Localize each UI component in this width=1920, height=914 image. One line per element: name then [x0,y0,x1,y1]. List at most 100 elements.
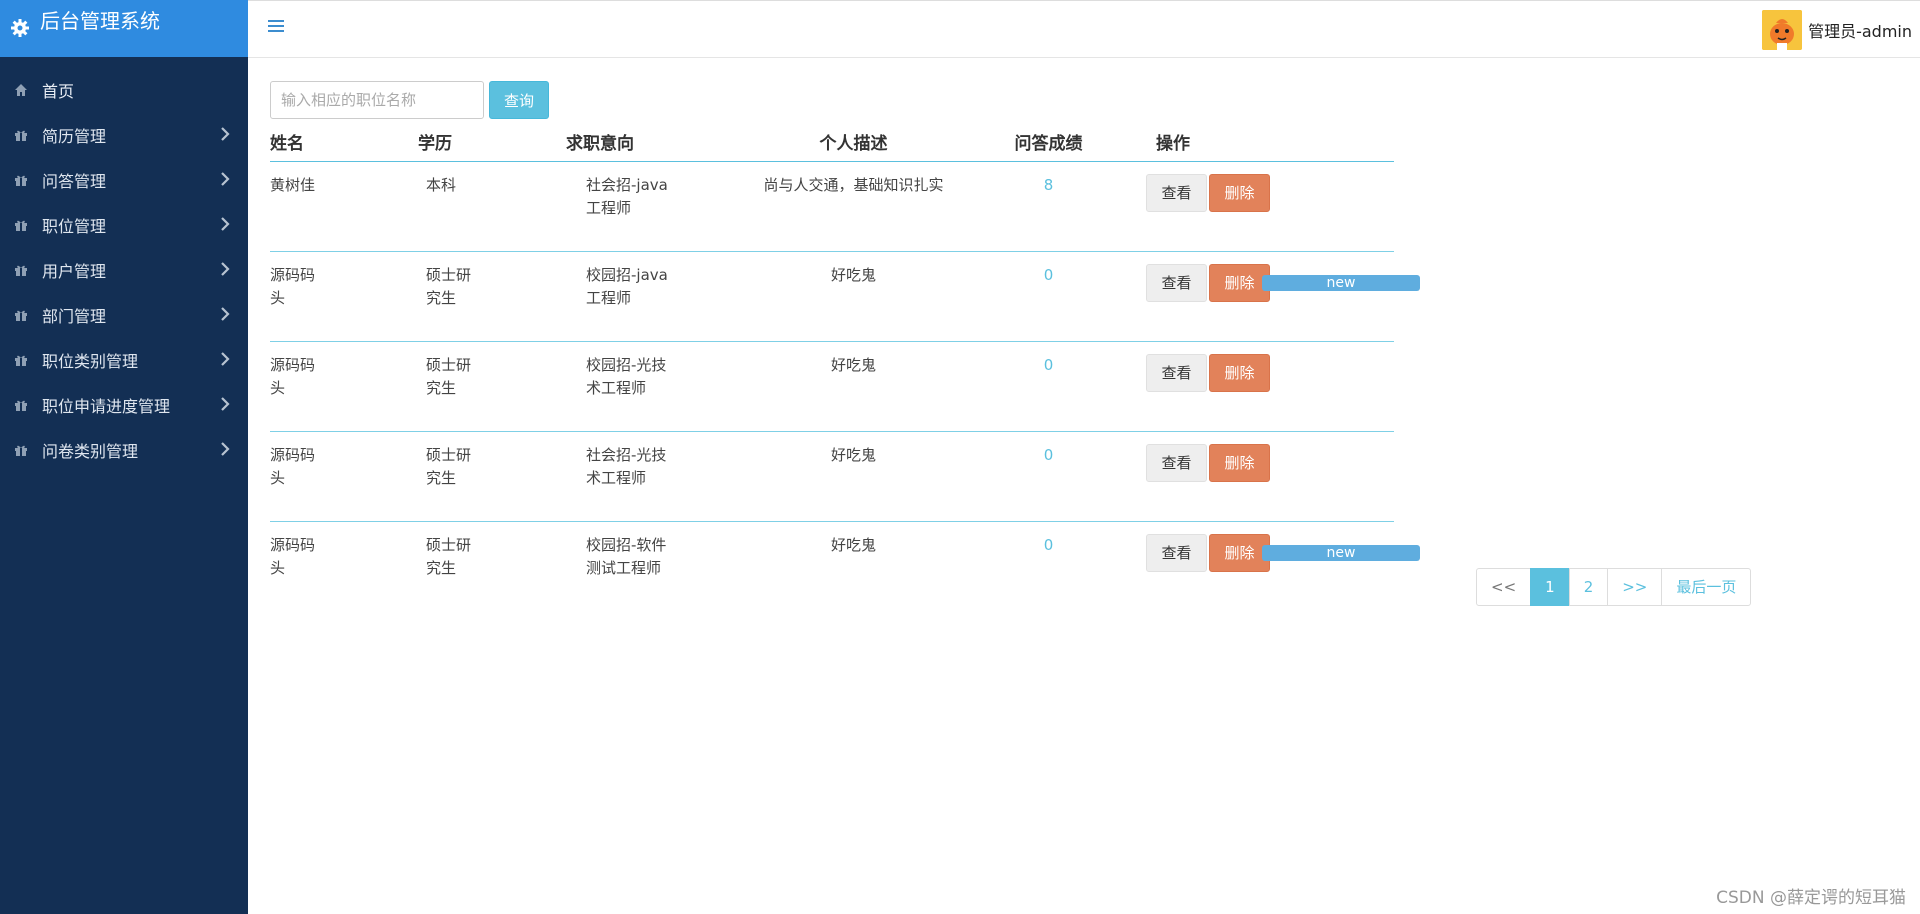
cell-actions: 查看 删除 new [1146,251,1420,342]
search-input[interactable] [270,81,484,119]
table-row: 源码码头 硕士研究生 校园招-软件测试工程师 好吃鬼 0 查看 删除 new [270,521,1420,611]
cell-name: 源码码头 [270,251,418,342]
sidebar-item-label: 问卷类别管理 [42,441,139,461]
gift-icon [14,263,28,277]
gift-icon [14,353,28,367]
watermark: CSDN @薛定谔的短耳猫 [1716,888,1906,908]
applicant-education: 硕士研究生 [426,445,472,487]
chevron-right-icon [218,215,232,233]
pagination-page-1[interactable]: 1 [1530,568,1570,606]
sidebar-item-label: 简历管理 [42,126,107,146]
sidebar-item-label: 部门管理 [42,306,107,326]
sidebar-menu: 首页简历管理问答管理职位管理用户管理部门管理职位类别管理职位申请进度管理 问卷类别… [0,67,248,472]
cell-description: 好吃鬼 [746,431,961,522]
sidebar-item-4[interactable]: 用户管理 [0,247,248,292]
sidebar-item-8[interactable]: 问卷类别管理 [0,427,248,472]
new-badge: new [1262,544,1420,561]
table-row: 源码码头 硕士研究生 校园招-java工程师 好吃鬼 0 查看 删除 new [270,251,1420,342]
delete-button[interactable]: 删除 [1209,353,1270,392]
sidebar-item-3[interactable]: 职位管理 [0,202,248,247]
gear-icon [10,18,30,38]
view-button[interactable]: 查看 [1146,173,1207,212]
view-button[interactable]: 查看 [1146,353,1207,392]
cell-actions: 查看 删除 new [1146,521,1420,611]
delete-button[interactable]: 删除 [1209,263,1270,302]
sidebar-item-label: 用户管理 [42,261,107,281]
cell-intention: 社会招-光技术工程师 [566,431,746,522]
applicant-intention: 社会招-java工程师 [586,175,668,217]
cell-education: 本科 [418,161,566,252]
view-button[interactable]: 查看 [1146,263,1207,302]
cell-education: 硕士研究生 [418,521,566,611]
column-header-intention: 求职意向 [566,123,746,162]
gift-icon [14,443,28,457]
cell-name: 源码码头 [270,431,418,522]
cell-name: 黄树佳 [270,161,418,252]
pagination-last[interactable]: 最后一页 [1661,568,1752,606]
cell-education: 硕士研究生 [418,431,566,522]
cell-intention: 校园招-java工程师 [566,251,746,342]
applicant-education: 硕士研究生 [426,355,472,397]
sidebar-item-2[interactable]: 问答管理 [0,157,248,202]
column-header-description: 个人描述 [746,123,961,162]
cell-description: 好吃鬼 [746,251,961,342]
cell-description: 尚与人交通，基础知识扎实 [746,161,961,252]
applicant-name: 源码码头 [270,265,316,307]
sidebar-item-5[interactable]: 部门管理 [0,292,248,337]
column-header-name: 姓名 [270,123,418,162]
search-button[interactable]: 查询 [489,81,549,119]
chevron-right-icon [218,125,232,143]
sidebar-item-label: 职位申请进度管理 [42,396,171,416]
applicant-education: 硕士研究生 [426,265,472,307]
column-header-actions: 操作 [1146,123,1394,162]
cell-score: 0 [961,341,1146,432]
app-title: 后台管理系统 [40,9,160,33]
applicant-name: 黄树佳 [270,175,316,194]
user-name: 管理员-admin [1808,22,1912,41]
sidebar-item-1[interactable]: 简历管理 [0,112,248,157]
chevron-right-icon [218,170,232,188]
cell-education: 硕士研究生 [418,251,566,342]
sidebar-item-0[interactable]: 首页 [0,67,248,112]
applicant-name: 源码码头 [270,355,316,397]
new-badge: new [1262,274,1420,291]
table-row: 源码码头 硕士研究生 社会招-光技术工程师 好吃鬼 0 查看 删除 [270,431,1394,522]
gift-icon [14,218,28,232]
pagination-prev[interactable]: << [1476,568,1532,606]
chevron-right-icon [218,440,232,458]
delete-button[interactable]: 删除 [1209,443,1270,482]
applicant-intention: 校园招-软件测试工程师 [586,535,667,577]
applicant-name: 源码码头 [270,445,316,487]
applicant-table: 姓名 学历 求职意向 个人描述 问答成绩 操作 黄树佳 本科 社会招-java工程师… [270,123,1420,611]
cell-score: 0 [1043,535,1054,554]
gift-icon [14,128,28,142]
cell-score: 0 [961,251,1146,342]
applicant-intention: 社会招-光技术工程师 [586,445,667,487]
gift-icon [14,173,28,187]
cell-education: 硕士研究生 [418,341,566,432]
chevron-right-icon [218,350,232,368]
applicant-intention: 校园招-光技术工程师 [586,355,667,397]
delete-button[interactable]: 删除 [1209,173,1270,212]
column-header-education: 学历 [418,123,566,162]
pagination-page-2[interactable]: 2 [1568,568,1609,606]
search-bar: 查询 [270,81,1394,119]
pagination: << 1 2 >> 最后一页 [1476,568,1752,606]
delete-button[interactable]: 删除 [1209,533,1270,572]
cell-description: 好吃鬼 [746,341,961,432]
cell-score: 0 [961,431,1146,522]
cell-intention: 校园招-光技术工程师 [566,341,746,432]
sidebar-item-label: 职位类别管理 [42,351,139,371]
applicant-name: 源码码头 [270,535,316,577]
view-button[interactable]: 查看 [1146,533,1207,572]
sidebar-item-7[interactable]: 职位申请进度管理 [0,382,248,427]
pagination-next[interactable]: >> [1607,568,1663,606]
cell-score: 8 [961,161,1146,252]
view-button[interactable]: 查看 [1146,443,1207,482]
chevron-right-icon [218,395,232,413]
user-menu[interactable]: 管理员-admin [1762,10,1912,50]
cell-description: 好吃鬼 [830,535,876,554]
sidebar-item-label: 职位管理 [42,216,107,236]
sidebar-item-6[interactable]: 职位类别管理 [0,337,248,382]
hamburger-icon[interactable] [268,20,284,36]
